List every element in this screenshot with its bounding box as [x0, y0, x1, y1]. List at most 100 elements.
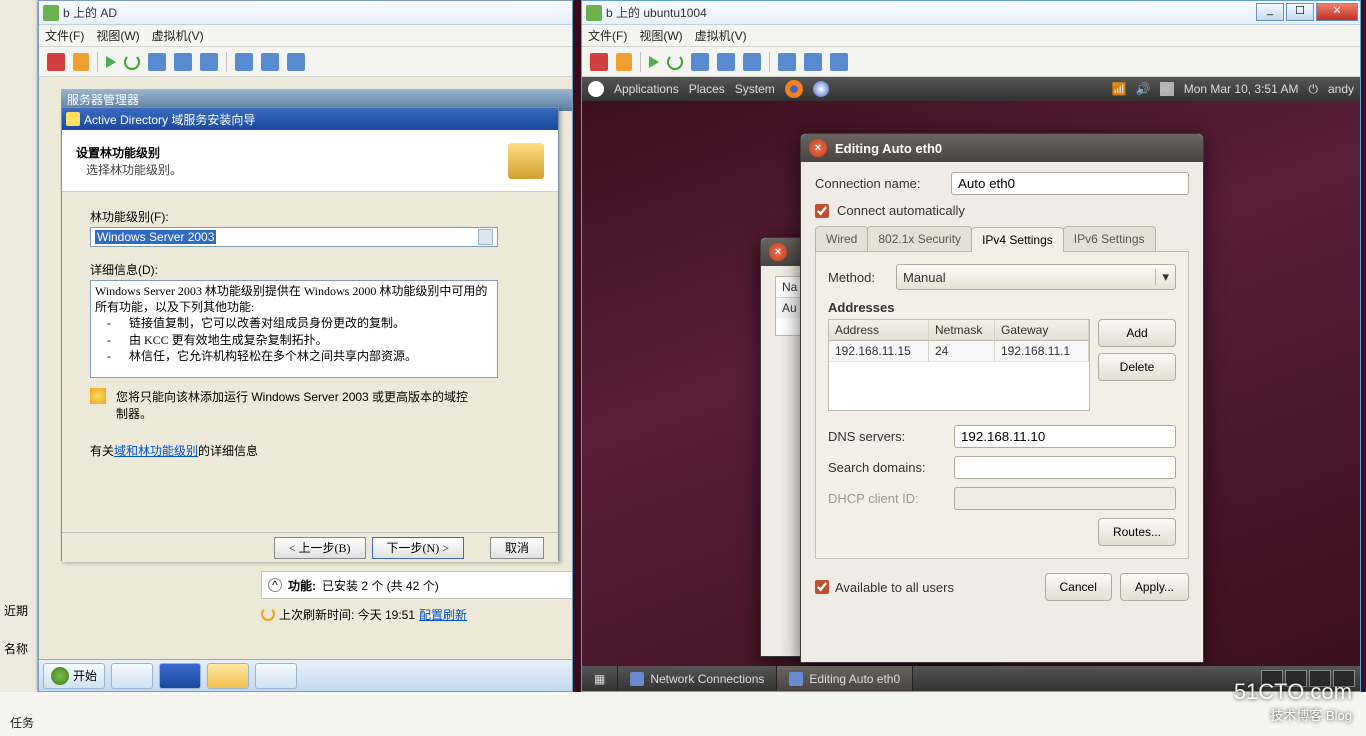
panel-system[interactable]: System — [735, 82, 775, 96]
stop-icon[interactable] — [590, 53, 608, 71]
menu-file-r[interactable]: 文件(F) — [588, 27, 627, 44]
cd-icon[interactable] — [200, 53, 218, 71]
vm-menu-left: 文件(F) 视图(W) 虚拟机(V) — [39, 25, 572, 47]
vm-title-text: b 上的 AD — [63, 4, 117, 21]
host-task-label[interactable]: 任务 — [10, 714, 34, 731]
apply-button[interactable]: Apply... — [1120, 573, 1189, 601]
menu-vm-r[interactable]: 虚拟机(V) — [695, 27, 747, 44]
back-button[interactable]: < 上一步(B) — [274, 537, 366, 559]
menu-view[interactable]: 视图(W) — [96, 27, 139, 44]
method-select[interactable]: Manual — [896, 264, 1176, 290]
watermark: 51CTO.com 技术博客 Blog — [1234, 679, 1352, 724]
features-label: 功能: — [288, 577, 316, 594]
snapshot-icon[interactable] — [691, 53, 709, 71]
auto-connect-checkbox[interactable] — [815, 204, 829, 218]
cd-icon[interactable] — [743, 53, 761, 71]
volume-icon[interactable]: 🔊 — [1136, 82, 1150, 96]
addresses-table[interactable]: Address Netmask Gateway 192.168.11.15 24… — [828, 319, 1090, 411]
dropdown-arrow-icon[interactable] — [478, 229, 493, 245]
start-button[interactable]: 开始 — [43, 663, 105, 689]
warning-text: 您将只能向该林添加运行 Windows Server 2003 或更高版本的域控… — [116, 388, 476, 422]
available-all-users-checkbox[interactable] — [815, 580, 829, 594]
tab-ipv6[interactable]: IPv6 Settings — [1063, 226, 1156, 251]
edit-titlebar[interactable]: × Editing Auto eth0 — [801, 134, 1203, 162]
next-button[interactable]: 下一步(N) > — [372, 537, 464, 559]
connection-name-input[interactable] — [951, 172, 1189, 195]
show-desktop-icon[interactable]: ▦ — [582, 666, 618, 691]
pause-icon[interactable] — [73, 53, 89, 71]
forest-level-select[interactable]: Windows Server 2003 — [90, 227, 498, 247]
close-icon[interactable]: × — [769, 243, 787, 261]
features-value: 已安装 2 个 (共 42 个) — [322, 577, 439, 594]
available-all-users-label: Available to all users — [835, 580, 954, 595]
menu-view-r[interactable]: 视图(W) — [639, 27, 682, 44]
wizard-titlebar[interactable]: Active Directory 域服务安装向导 — [62, 108, 558, 130]
details-label: 详细信息(D): — [90, 261, 530, 278]
usb-icon[interactable] — [830, 53, 848, 71]
forest-levels-link[interactable]: 域和林功能级别 — [114, 444, 198, 458]
nic-icon[interactable] — [804, 53, 822, 71]
taskbar-media[interactable] — [255, 663, 297, 689]
firefox-icon[interactable] — [785, 80, 803, 98]
vm-title-left[interactable]: b 上的 AD — [39, 1, 572, 25]
table-row[interactable]: 192.168.11.15 24 192.168.11.1 — [829, 341, 1089, 362]
taskbar-server-manager[interactable] — [111, 663, 153, 689]
routes-button[interactable]: Routes... — [1098, 518, 1176, 546]
tab-8021x[interactable]: 802.1x Security — [867, 226, 972, 251]
close-icon[interactable]: × — [809, 139, 827, 157]
win-close-icon[interactable]: ✕ — [1316, 3, 1358, 21]
col-gateway: Gateway — [995, 320, 1089, 340]
cancel-button[interactable]: 取消 — [490, 537, 544, 559]
features-summary[interactable]: ^ 功能: 已安装 2 个 (共 42 个) — [261, 571, 572, 599]
dns-input[interactable] — [954, 425, 1176, 448]
wifi-icon[interactable]: 📶 — [1112, 82, 1126, 96]
taskbar-nc[interactable]: Network Connections — [618, 666, 777, 691]
dhcp-client-id-input — [954, 487, 1176, 510]
settings-tabs: Wired 802.1x Security IPv4 Settings IPv6… — [815, 226, 1189, 252]
floppy-icon[interactable] — [778, 53, 796, 71]
win-min-icon[interactable]: _ — [1256, 3, 1284, 21]
panel-applications[interactable]: Applications — [614, 82, 679, 96]
editing-connection-window: × Editing Auto eth0 Connection name: Con… — [800, 133, 1204, 663]
tab-wired[interactable]: Wired — [815, 226, 868, 251]
taskbar-powershell[interactable] — [159, 663, 201, 689]
usb-icon[interactable] — [287, 53, 305, 71]
win-max-icon[interactable]: ☐ — [1286, 3, 1314, 21]
console-icon[interactable] — [174, 53, 192, 71]
panel-places[interactable]: Places — [689, 82, 725, 96]
play-icon[interactable] — [106, 56, 116, 68]
config-refresh-link[interactable]: 配置刷新 — [419, 606, 467, 623]
menu-vm[interactable]: 虚拟机(V) — [152, 27, 204, 44]
col-netmask: Netmask — [929, 320, 995, 340]
play-icon[interactable] — [649, 56, 659, 68]
floppy-icon[interactable] — [235, 53, 253, 71]
pause-icon[interactable] — [616, 53, 632, 71]
snapshot-icon[interactable] — [148, 53, 166, 71]
nic-icon[interactable] — [261, 53, 279, 71]
panel-user[interactable]: andy — [1328, 82, 1354, 96]
mail-icon[interactable]: ✉ — [1160, 82, 1174, 96]
panel-clock[interactable]: Mon Mar 10, 3:51 AM — [1184, 82, 1299, 96]
stop-icon[interactable] — [47, 53, 65, 71]
details-textarea[interactable]: Windows Server 2003 林功能级别提供在 Windows 200… — [90, 280, 498, 378]
tab-ipv4[interactable]: IPv4 Settings — [971, 227, 1064, 252]
chevron-up-icon[interactable]: ^ — [268, 578, 282, 592]
ubuntu-logo-icon[interactable] — [588, 81, 604, 97]
cell-address: 192.168.11.15 — [829, 341, 929, 361]
menu-file[interactable]: 文件(F) — [45, 27, 84, 44]
wizard-head-sub: 选择林功能级别。 — [86, 161, 182, 178]
vm-title-right[interactable]: b 上的 ubuntu1004 — [582, 1, 1360, 25]
taskbar-edit[interactable]: Editing Auto eth0 — [777, 666, 913, 691]
taskbar-explorer[interactable] — [207, 663, 249, 689]
power-icon[interactable]: ⏻ — [1308, 82, 1318, 97]
cancel-button[interactable]: Cancel — [1045, 573, 1112, 601]
refresh-icon[interactable] — [667, 54, 683, 70]
refresh-icon[interactable] — [124, 54, 140, 70]
search-domains-input[interactable] — [954, 456, 1176, 479]
add-button[interactable]: Add — [1098, 319, 1176, 347]
cell-netmask: 24 — [929, 341, 995, 361]
delete-button[interactable]: Delete — [1098, 353, 1176, 381]
col-address: Address — [829, 320, 929, 340]
help-icon[interactable] — [813, 81, 829, 97]
console-icon[interactable] — [717, 53, 735, 71]
